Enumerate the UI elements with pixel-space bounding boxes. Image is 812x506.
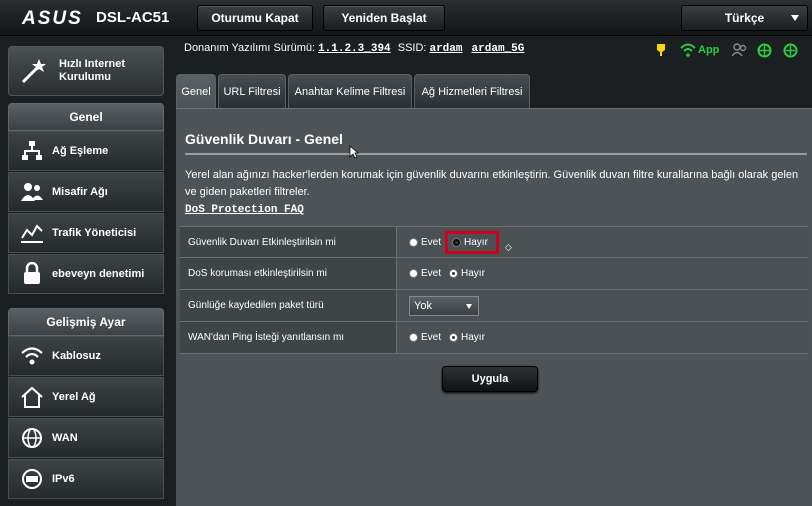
sidebar-item-ipv6[interactable]: IPv6 xyxy=(8,459,164,499)
internet-status-icon[interactable] xyxy=(757,42,772,58)
tab-keyword-filter[interactable]: Anahtar Kelime Filtresi xyxy=(288,74,412,108)
quick-internet-setup-button[interactable]: Hızlı Internet Kurulumu xyxy=(8,46,164,96)
mouse-cursor-icon xyxy=(349,145,359,159)
reboot-button[interactable]: Yeniden Başlat xyxy=(323,5,445,31)
sidebar-item-label: Yerel Ağ xyxy=(52,391,96,403)
language-label: Türkçe xyxy=(724,11,765,25)
dos-yes-radio[interactable]: Evet xyxy=(409,268,441,279)
apply-button[interactable]: Uygula xyxy=(442,366,538,392)
sidebar-item-label: Trafik Yöneticisi xyxy=(52,227,137,239)
radio-selected-icon xyxy=(452,237,462,247)
firmware-version-link[interactable]: 1.1.2.3_394 xyxy=(318,43,391,55)
chevron-down-icon xyxy=(466,303,472,309)
sidebar-item-label: Ağ Eşleme xyxy=(52,145,109,157)
home-icon xyxy=(19,384,45,410)
sidebar-item-parental-control[interactable]: ebeveyn denetimi xyxy=(8,254,164,294)
ssid-5g-link[interactable]: ardam_5G xyxy=(472,43,525,55)
sidebar-item-label: Misafir Ağı xyxy=(52,186,108,198)
sidebar-item-label: IPv6 xyxy=(52,473,75,485)
row-label: DoS koruması etkinleştirilsin mi xyxy=(180,258,397,289)
sidebar-item-wan[interactable]: WAN xyxy=(8,418,164,458)
row-label: WAN'dan Ping İsteği yanıtlansın mı xyxy=(180,322,397,353)
firewall-panel: Güvenlik Duvarı - Genel Yerel alan ağını… xyxy=(176,108,812,506)
tab-general[interactable]: Genel xyxy=(176,74,216,108)
radio-icon xyxy=(409,269,418,278)
app-link[interactable]: App xyxy=(698,42,719,58)
model-name: DSL-AC51 xyxy=(96,9,170,26)
cursor-mark-icon: ◇ xyxy=(504,241,512,252)
page-description: Yerel alan ağınızı hacker'lerden korumak… xyxy=(185,169,799,198)
row-label: Günlüğe kaydedilen paket türü xyxy=(180,290,397,321)
dos-no-radio[interactable]: Hayır xyxy=(449,268,485,279)
wifi-icon xyxy=(19,343,45,369)
globe-icon xyxy=(19,425,45,451)
sidebar-item-guest-network[interactable]: Misafir Ağı xyxy=(8,172,164,212)
sidebar-item-lan[interactable]: Yerel Ağ xyxy=(8,377,164,417)
wan-ping-yes-radio[interactable]: Evet xyxy=(409,332,441,343)
advanced-section-header: Gelişmiş Ayar xyxy=(8,308,164,336)
lock-icon xyxy=(19,261,45,287)
table-row: Günlüğe kaydedilen paket türü Yok xyxy=(180,290,808,322)
table-row: DoS koruması etkinleştirilsin mi Evet Ha… xyxy=(180,258,808,290)
sidebar-item-network-map[interactable]: Ağ Eşleme xyxy=(8,131,164,171)
ssid-label: SSID: xyxy=(397,42,427,54)
guest-network-icon xyxy=(19,179,45,205)
firmware-info: Donanım Yazılımı Sürümü: 1.1.2.3_394 SSID… xyxy=(184,42,524,55)
usb-status-icon[interactable] xyxy=(783,42,798,58)
radio-icon xyxy=(409,333,418,342)
sidebar-item-traffic-manager[interactable]: Trafik Yöneticisi xyxy=(8,213,164,253)
radio-icon xyxy=(409,237,418,247)
firewall-no-radio[interactable]: Hayır xyxy=(445,230,499,254)
traffic-manager-icon xyxy=(19,220,45,246)
asus-logo: ASUS xyxy=(22,8,83,29)
ipv6-icon xyxy=(19,466,45,492)
table-row: WAN'dan Ping İsteği yanıtlansın mı Evet … xyxy=(180,322,808,354)
clients-icon[interactable] xyxy=(732,42,748,58)
radio-selected-icon xyxy=(449,333,459,342)
radio-selected-icon xyxy=(449,269,459,278)
sidebar-item-label: WAN xyxy=(52,432,78,444)
logout-button[interactable]: Oturumu Kapat xyxy=(197,5,313,31)
wifi-status-icon[interactable] xyxy=(680,42,696,58)
ssid-2g-link[interactable]: ardam xyxy=(429,43,462,55)
qis-label: Hızlı Internet Kurulumu xyxy=(59,58,126,83)
page-title: Güvenlik Duvarı - Genel xyxy=(185,131,343,147)
top-bar: ASUS DSL-AC51 Oturumu Kapat Yeniden Başl… xyxy=(0,0,812,36)
tab-url-filter[interactable]: URL Filtresi xyxy=(218,74,286,108)
general-section-header: Genel xyxy=(8,103,164,131)
title-divider xyxy=(185,153,807,155)
dos-faq-link[interactable]: DoS Protection FAQ xyxy=(185,204,304,216)
table-row: Güvenlik Duvarı Etkinleştirilsin mi Evet… xyxy=(180,226,808,258)
magic-wand-icon xyxy=(21,59,46,84)
sidebar-item-wireless[interactable]: Kablosuz xyxy=(8,336,164,376)
network-map-icon xyxy=(19,138,45,164)
logged-packets-select[interactable]: Yok xyxy=(409,295,479,316)
sidebar-item-label: Kablosuz xyxy=(52,350,101,362)
row-label: Güvenlik Duvarı Etkinleştirilsin mi xyxy=(180,227,397,257)
settings-table: Güvenlik Duvarı Etkinleştirilsin mi Evet… xyxy=(180,226,808,354)
led-icon[interactable] xyxy=(656,42,666,58)
tab-network-services-filter[interactable]: Ağ Hizmetleri Filtresi xyxy=(414,74,530,108)
sidebar-item-label: ebeveyn denetimi xyxy=(52,268,145,280)
sidebar: Hızlı Internet Kurulumu Genel Ağ Eşleme … xyxy=(0,36,172,506)
language-select[interactable]: Türkçe xyxy=(681,5,808,31)
firewall-yes-radio[interactable]: Evet xyxy=(409,237,441,248)
chevron-down-icon xyxy=(791,15,799,21)
wan-ping-no-radio[interactable]: Hayır xyxy=(449,332,485,343)
firmware-label: Donanım Yazılımı Sürümü: xyxy=(184,42,316,54)
